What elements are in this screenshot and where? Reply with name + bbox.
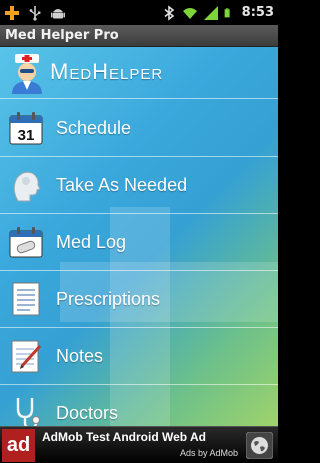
menu-item-doctors[interactable]: Doctors xyxy=(0,385,278,426)
ad-title[interactable]: AdMob Test Android Web Ad xyxy=(42,430,206,444)
status-bar: 8:53 xyxy=(0,0,278,25)
logo-header: MedHelper xyxy=(0,47,278,99)
menu-item-label: Take As Needed xyxy=(56,175,188,195)
svg-text:31: 31 xyxy=(18,127,35,144)
signal-icon xyxy=(203,5,218,20)
menu-item-schedule[interactable]: 31 Schedule xyxy=(0,100,278,157)
menu-item-label: Schedule xyxy=(56,118,132,138)
wifi-icon xyxy=(182,7,197,19)
menu-item-notes[interactable]: Notes xyxy=(0,328,278,385)
ad-subtitle: Ads by AdMob xyxy=(179,448,238,458)
menu-item-label: Med Log xyxy=(56,232,127,252)
plus-icon xyxy=(5,5,19,20)
doctor-logo-icon xyxy=(12,54,42,94)
calendar-icon: 31 xyxy=(9,112,43,145)
menu-item-prescriptions[interactable]: Prescriptions xyxy=(0,271,278,328)
usb-icon xyxy=(29,5,41,21)
battery-icon xyxy=(224,7,230,17)
clock: 8:53 xyxy=(241,5,274,20)
stethoscope-icon xyxy=(16,398,40,426)
menu-item-take-as-needed[interactable]: Take As Needed xyxy=(0,157,278,214)
admob-logo: ad xyxy=(2,429,35,462)
pill-log-icon xyxy=(9,227,43,258)
ad-banner[interactable]: ad AdMob Test Android Web Ad Ads by AdMo… xyxy=(0,426,278,463)
globe-icon[interactable] xyxy=(246,432,273,459)
menu-item-label: Notes xyxy=(56,346,104,366)
notepad-icon xyxy=(11,340,42,373)
bluetooth-icon xyxy=(164,4,174,21)
app-logo-text: MedHelper xyxy=(50,59,164,84)
main-menu: MedHelper 31 Schedule Take As Needed Med… xyxy=(0,47,278,426)
document-icon xyxy=(12,282,40,316)
app-title: Med Helper Pro xyxy=(0,25,278,47)
menu-item-label: Doctors xyxy=(56,403,119,423)
menu-item-label: Prescriptions xyxy=(56,289,161,309)
head-icon xyxy=(13,171,41,202)
menu-item-med-log[interactable]: Med Log xyxy=(0,214,278,271)
android-icon xyxy=(51,8,65,18)
